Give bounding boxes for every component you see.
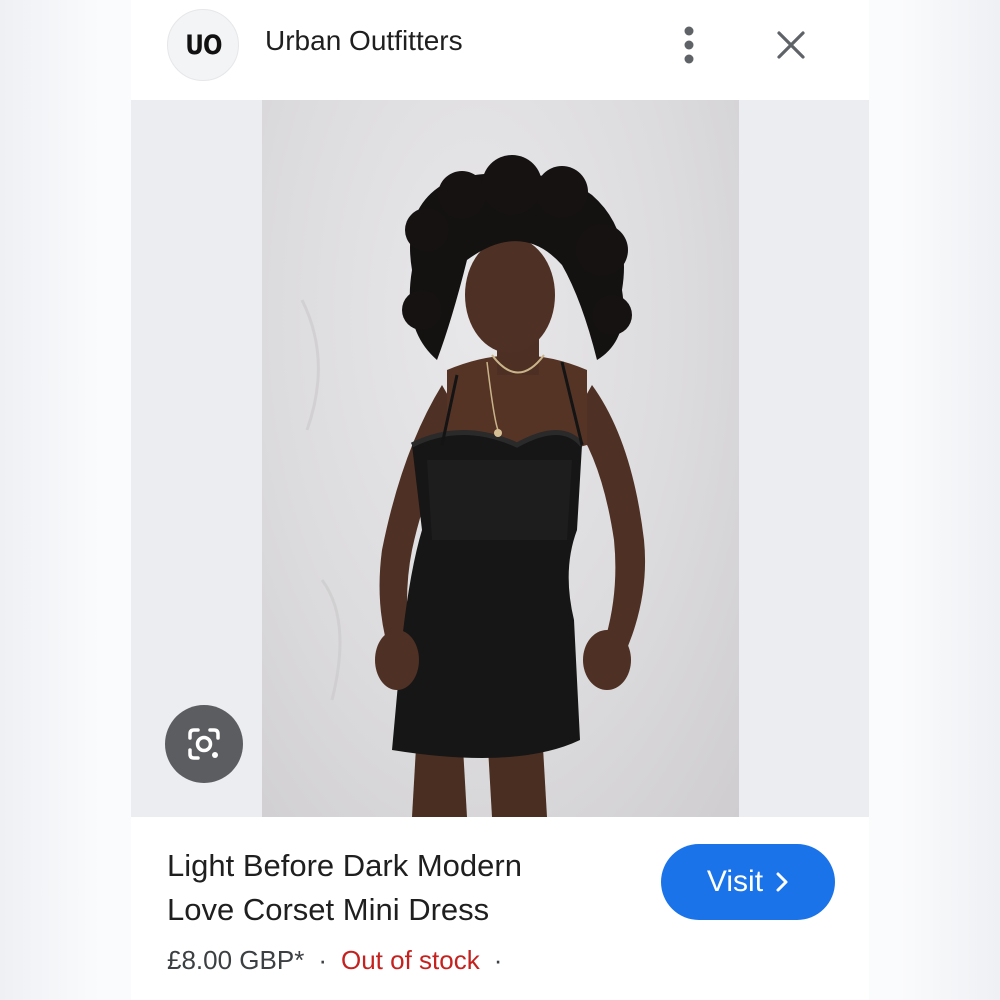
price: £8.00 GBP* xyxy=(167,945,305,975)
product-title-line-1: Light Before Dark Modern xyxy=(167,848,522,883)
more-options-button[interactable] xyxy=(669,22,709,68)
image-area xyxy=(131,100,869,817)
chevron-right-icon xyxy=(776,872,788,892)
price-stock-row: £8.00 GBP* · Out of stock · xyxy=(167,945,502,976)
product-title-line-2: Love Corset Mini Dress xyxy=(167,892,490,927)
site-logo[interactable]: UO xyxy=(167,9,239,81)
header: UO Urban Outfitters xyxy=(131,0,869,100)
product-title[interactable]: Light Before Dark Modern Love Corset Min… xyxy=(167,844,637,932)
site-name[interactable]: Urban Outfitters xyxy=(265,25,463,57)
model-illustration xyxy=(300,155,646,817)
visit-button-label: Visit xyxy=(706,865,764,898)
more-vert-icon xyxy=(684,26,694,64)
logo-text: UO xyxy=(184,29,222,61)
product-image[interactable] xyxy=(262,100,739,817)
close-icon xyxy=(777,31,805,59)
google-lens-button[interactable] xyxy=(165,705,243,783)
product-panel: UO Urban Outfitters Light Before Dark Mo… xyxy=(131,0,869,1000)
visit-button[interactable]: Visit xyxy=(661,844,835,920)
stock-status: Out of stock xyxy=(340,945,480,975)
product-info: Light Before Dark Modern Love Corset Min… xyxy=(131,817,869,1000)
close-button[interactable] xyxy=(771,24,811,66)
separator-dot: · xyxy=(318,945,327,975)
google-lens-icon xyxy=(188,728,220,760)
trailing-separator-dot: · xyxy=(493,945,503,975)
